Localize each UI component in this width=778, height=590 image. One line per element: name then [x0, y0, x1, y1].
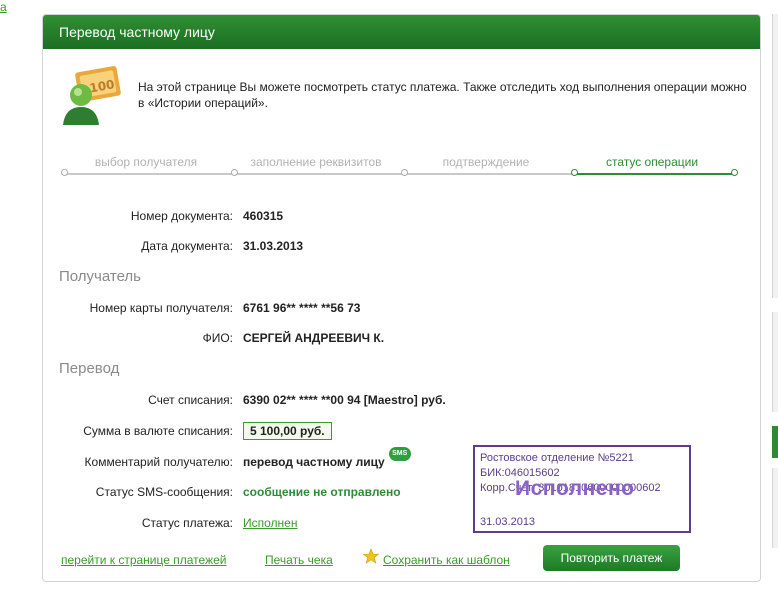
sms-status-value: сообщение не отправлено	[243, 485, 401, 499]
person-money-icon: 100	[63, 66, 121, 125]
doc-date-value: 31.03.2013	[243, 239, 304, 253]
stamp-branch: Ростовское отделение №5221	[480, 452, 634, 464]
star-icon	[363, 548, 379, 564]
sms-icon: SMS	[388, 447, 411, 461]
print-receipt-link[interactable]: Печать чека	[265, 553, 333, 567]
stamp-executed: Исполнено	[515, 477, 635, 500]
step-dot	[571, 169, 578, 176]
step-dot	[231, 169, 238, 176]
sms-status-label: Статус SMS-сообщения:	[95, 485, 233, 499]
account-value: 6390 02** **** **00 94 [Maestro] руб.	[243, 393, 446, 407]
step-dot	[401, 169, 408, 176]
transfer-panel: Перевод частному лицу 100 На этой страни…	[42, 14, 761, 582]
card-row: Номер карты получателя: 6761 96** **** *…	[43, 301, 760, 321]
step-dot	[731, 169, 738, 176]
amount-value: 5 100,00 руб.	[243, 422, 332, 440]
right-edge-panel	[772, 14, 778, 298]
step-3-label: подтверждение	[442, 155, 530, 169]
recipient-section-title: Получатель	[59, 268, 141, 285]
name-value: СЕРГЕЙ АНДРЕЕВИЧ К.	[243, 331, 385, 345]
doc-number-value: 460315	[243, 209, 284, 223]
steps-line-active	[574, 173, 734, 175]
repeat-payment-button[interactable]: Повторить платеж	[543, 545, 680, 571]
right-edge-panel	[772, 312, 778, 412]
comment-value: перевод частному лицу	[243, 455, 385, 469]
payment-status-link[interactable]: Исполнен	[243, 516, 297, 530]
payments-page-link[interactable]: перейти к странице платежей	[61, 553, 226, 567]
name-label: ФИО:	[202, 331, 233, 345]
step-2-label: заполнение реквизитов	[250, 155, 382, 169]
steps-line-inactive	[64, 173, 574, 175]
payment-status-label: Статус платежа:	[141, 516, 233, 530]
doc-date-label: Дата документа:	[141, 239, 233, 253]
doc-number-row: Номер документа: 460315	[43, 209, 760, 229]
right-edge-green-tab[interactable]	[772, 426, 778, 458]
card-label: Номер карты получателя:	[89, 301, 233, 315]
step-4-label: статус операции	[605, 155, 699, 169]
amount-label: Сумма в валюте списания:	[83, 424, 233, 438]
progress-steps: выбор получателя заполнение реквизитов п…	[61, 153, 741, 183]
doc-date-row: Дата документа: 31.03.2013	[43, 239, 760, 259]
panel-title: Перевод частному лицу	[43, 15, 760, 49]
transfer-section-title: Перевод	[59, 360, 120, 377]
bank-stamp: Ростовское отделение №5221 БИК:046015602…	[473, 445, 691, 533]
comment-value-wrap: перевод частному лицуSMS	[243, 447, 411, 469]
name-row: ФИО: СЕРГЕЙ АНДРЕЕВИЧ К.	[43, 331, 760, 351]
step-1-label: выбор получателя	[94, 155, 198, 169]
save-template-link[interactable]: Сохранить как шаблон	[383, 553, 510, 567]
top-partial-link[interactable]: а	[0, 0, 7, 14]
info-text: На этой странице Вы можете посмотреть ст…	[138, 80, 747, 110]
comment-label: Комментарий получателю:	[84, 455, 233, 469]
step-dot	[61, 169, 68, 176]
card-value: 6761 96** **** **56 73	[243, 301, 361, 315]
account-label: Счет списания:	[148, 393, 233, 407]
stamp-date: 31.03.2013	[480, 516, 536, 528]
amount-value-wrap: 5 100,00 руб.	[243, 422, 332, 440]
account-row: Счет списания: 6390 02** **** **00 94 [M…	[43, 393, 760, 413]
amount-row: Сумма в валюте списания: 5 100,00 руб.	[43, 422, 760, 444]
doc-number-label: Номер документа:	[130, 209, 233, 223]
right-edge-panel	[772, 468, 778, 548]
